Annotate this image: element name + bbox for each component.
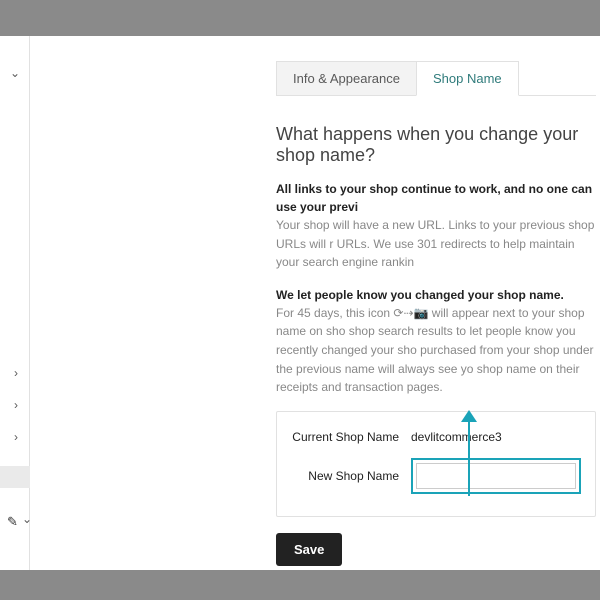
annotation-arrow-line [468, 416, 470, 496]
chevron-right-icon[interactable]: › [14, 366, 18, 380]
chevron-down-icon[interactable]: ⌄ [10, 66, 20, 80]
tab-info-appearance[interactable]: Info & Appearance [276, 61, 416, 95]
info-bold-2: We let people know you changed your shop… [276, 286, 596, 304]
tab-bar: Info & Appearance Shop Name [276, 61, 596, 96]
info-text-1: Your shop will have a new URL. Links to … [276, 216, 596, 272]
current-shop-name-label: Current Shop Name [291, 430, 411, 444]
info-bold-1: All links to your shop continue to work,… [276, 180, 596, 216]
chevron-right-icon[interactable]: › [14, 398, 18, 412]
tab-shop-name[interactable]: Shop Name [416, 61, 519, 96]
sidebar: ⌄ › › › ✎ ⌄ [0, 36, 30, 570]
save-button[interactable]: Save [276, 533, 342, 566]
edit-icon[interactable]: ✎ [7, 514, 18, 530]
current-shop-name-value: devlitcommerce3 [411, 430, 502, 444]
sidebar-active-item[interactable] [0, 466, 30, 488]
main-content: Info & Appearance Shop Name What happens… [30, 36, 600, 570]
new-shop-name-highlight [411, 458, 581, 494]
section-heading: What happens when you change your shop n… [276, 124, 596, 166]
new-shop-name-input[interactable] [416, 463, 576, 489]
chevron-right-icon[interactable]: › [14, 430, 18, 444]
info-text-2: For 45 days, this icon ⟳⇢📷 will appear n… [276, 304, 596, 397]
shop-name-form: Current Shop Name devlitcommerce3 New Sh… [276, 411, 596, 517]
new-shop-name-label: New Shop Name [291, 469, 411, 483]
